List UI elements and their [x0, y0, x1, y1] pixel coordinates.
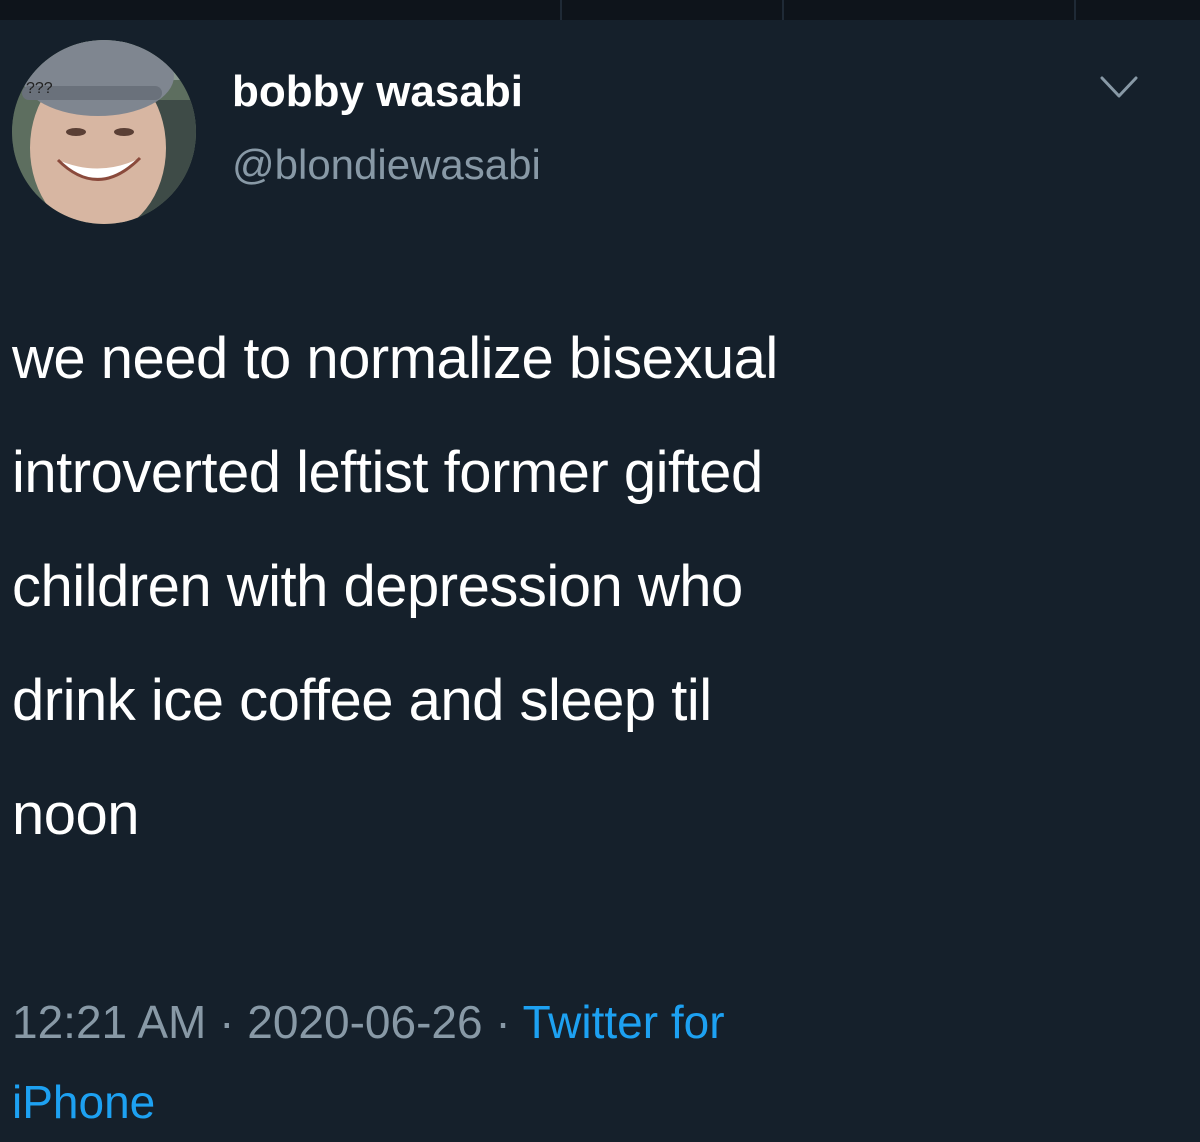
tweet-text-line: we need to normalize bisexual: [12, 326, 778, 391]
user-handle[interactable]: @blondiewasabi: [232, 140, 541, 190]
tweet-text-line: children with depression who: [12, 554, 743, 619]
avatar-overlay-text: ???: [26, 80, 53, 97]
chevron-down-icon[interactable]: [1096, 70, 1142, 106]
tweet-metadata: 12:21 AM · 2020-06-26 · Twitter for iPho…: [12, 982, 1172, 1142]
tweet-date[interactable]: 2020-06-26: [247, 996, 482, 1048]
avatar[interactable]: ???: [12, 40, 196, 224]
tweet-text-line: drink ice coffee and sleep til: [12, 668, 712, 733]
tweet-text-line: noon: [12, 782, 140, 847]
separator-dot: ·: [482, 996, 523, 1048]
tweet-source-link[interactable]: Twitter for: [523, 996, 725, 1048]
display-name[interactable]: bobby wasabi: [232, 66, 523, 118]
tweet-text-line: introverted leftist former gifted: [12, 440, 763, 505]
tweet-text: we need to normalize bisexual introverte…: [12, 302, 1172, 872]
separator-dot: ·: [206, 996, 248, 1048]
avatar-image: [12, 40, 196, 224]
tweet-source-link[interactable]: iPhone: [12, 1076, 155, 1128]
tweet-time[interactable]: 12:21 AM: [12, 996, 206, 1048]
top-edge-bar: [0, 0, 1200, 20]
